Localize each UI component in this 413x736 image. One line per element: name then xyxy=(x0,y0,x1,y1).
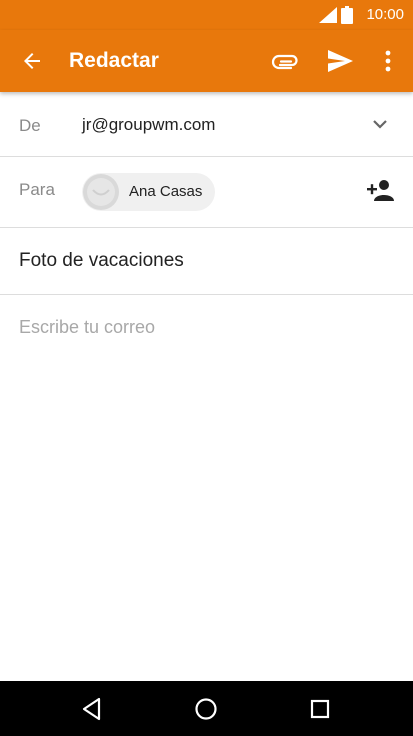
avatar xyxy=(83,174,119,210)
to-label: Para xyxy=(19,180,55,199)
status-bar: 10:00 xyxy=(0,0,413,30)
navigation-bar xyxy=(0,681,413,736)
compose-screen: 10:00 Redactar De jr@groupwm.com Para An… xyxy=(0,0,413,736)
from-account[interactable]: jr@groupwm.com xyxy=(82,115,215,135)
from-row[interactable]: De jr@groupwm.com xyxy=(0,92,413,157)
subject-input[interactable]: Foto de vacaciones xyxy=(19,250,184,272)
more-vert-icon[interactable] xyxy=(376,48,400,74)
page-title: Redactar xyxy=(69,49,159,72)
signal-icon xyxy=(319,7,337,28)
subject-row[interactable]: Foto de vacaciones xyxy=(0,228,413,295)
app-bar: Redactar xyxy=(0,30,413,92)
from-label: De xyxy=(19,116,41,135)
chevron-down-icon[interactable] xyxy=(370,116,390,132)
back-arrow-icon[interactable] xyxy=(20,49,44,73)
battery-icon xyxy=(341,6,353,29)
to-row[interactable]: Para Ana Casas xyxy=(0,157,413,228)
nav-recents-icon[interactable] xyxy=(306,695,334,723)
status-time: 10:00 xyxy=(366,6,404,23)
body-input[interactable]: Escribe tu correo xyxy=(19,316,155,338)
recipient-name: Ana Casas xyxy=(129,183,203,200)
recipient-chip[interactable]: Ana Casas xyxy=(82,173,216,211)
send-icon[interactable] xyxy=(326,48,354,74)
nav-home-icon[interactable] xyxy=(192,695,220,723)
nav-back-icon[interactable] xyxy=(78,695,106,723)
paperclip-icon[interactable] xyxy=(271,49,299,73)
add-contact-icon[interactable] xyxy=(367,179,395,201)
